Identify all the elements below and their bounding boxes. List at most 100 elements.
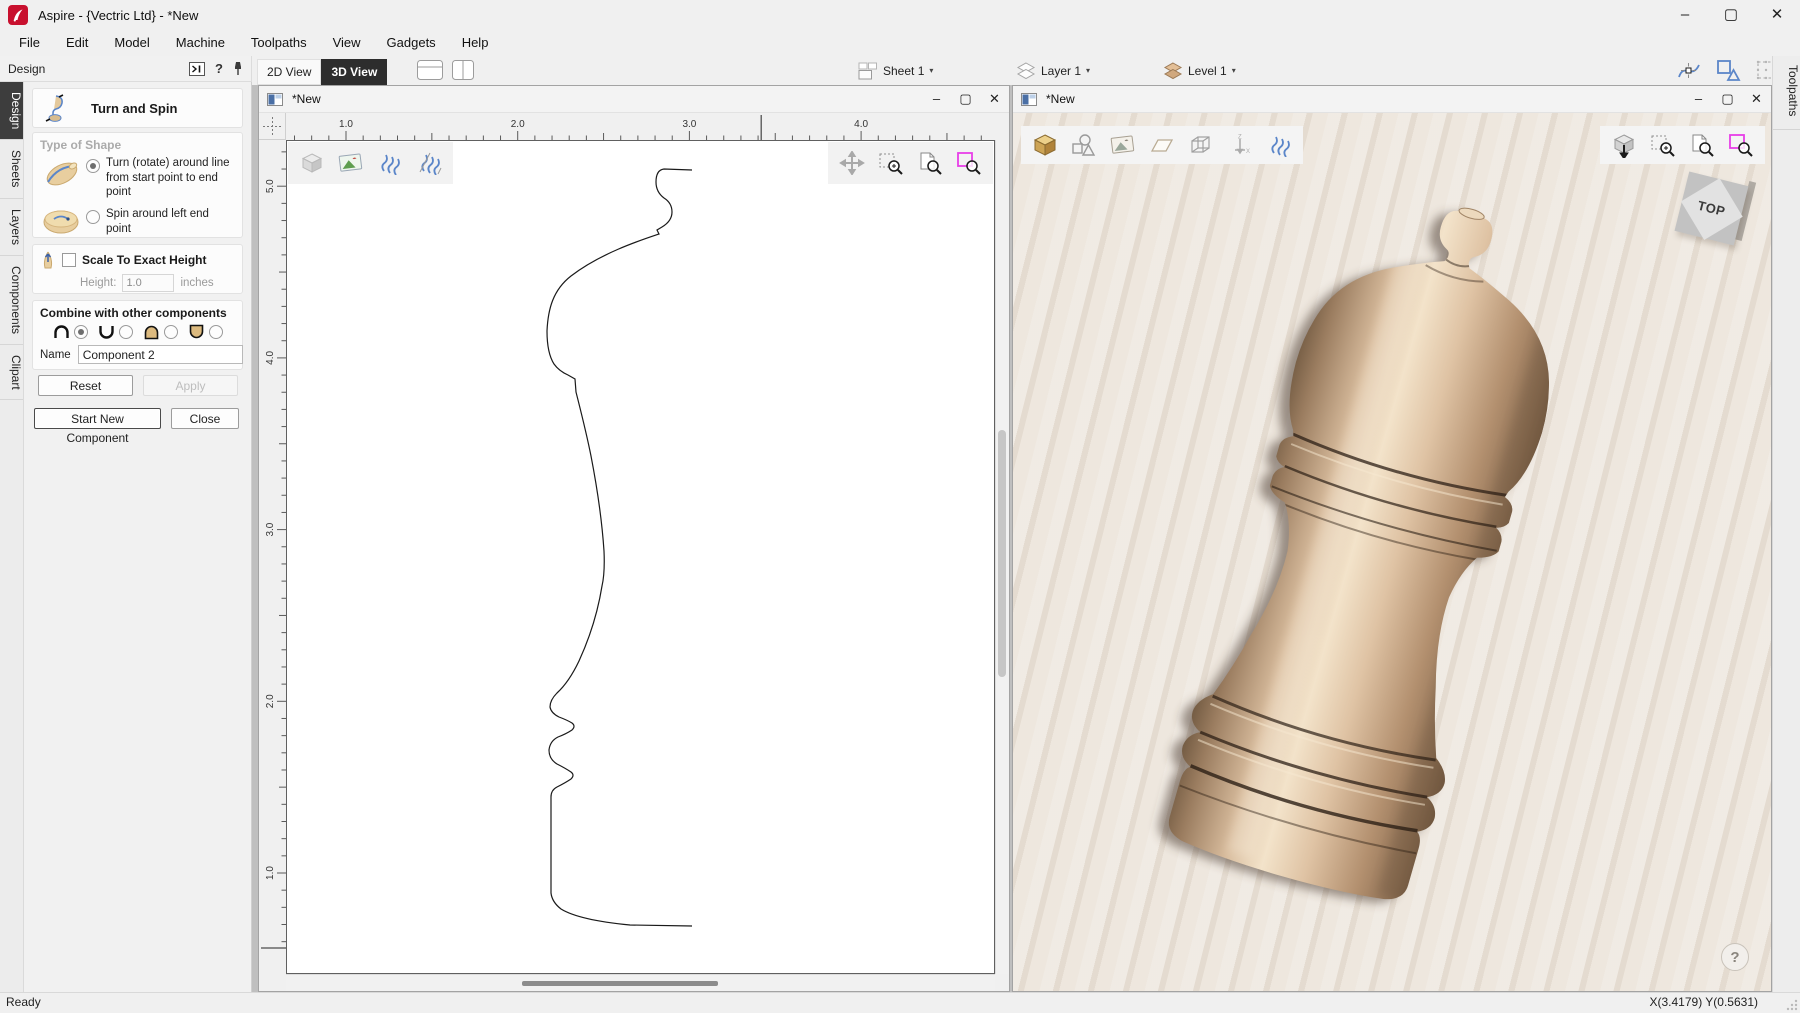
- menu-item-toolpaths[interactable]: Toolpaths: [238, 30, 320, 56]
- view-2d-window: *New – ▢ ✕ 1.02.03.04.0 1.02.03.04.05.0: [258, 85, 1010, 992]
- start-new-component-button[interactable]: Start New Component: [34, 408, 161, 429]
- combine-merge-low-radio[interactable]: [209, 325, 223, 339]
- view-2d-title: *New: [292, 92, 321, 106]
- reset-button[interactable]: Reset: [38, 375, 133, 396]
- spin-radio[interactable]: [86, 210, 100, 224]
- bitmap-image-icon[interactable]: [338, 152, 364, 175]
- vector-shapes-icon[interactable]: [1071, 133, 1097, 157]
- axes-orientation-icon[interactable]: ZX: [1227, 133, 1253, 157]
- add-arch-icon: [52, 324, 71, 340]
- document-window-icon: [267, 93, 283, 106]
- spin-option-label: Spin around left end point: [106, 207, 235, 236]
- wireframe-cube-icon[interactable]: [1188, 133, 1214, 157]
- view-3d-maximize-button[interactable]: ▢: [1713, 86, 1742, 112]
- isometric-view-icon[interactable]: [1611, 133, 1637, 158]
- menu-item-file[interactable]: File: [6, 30, 53, 56]
- zoom-selection-icon[interactable]: [878, 151, 904, 176]
- help-icon[interactable]: ?: [215, 61, 223, 76]
- view-2d-minimize-button[interactable]: –: [922, 86, 951, 112]
- sidebar-tab-sheets[interactable]: Sheets: [0, 140, 23, 198]
- combine-mode-subtract[interactable]: [97, 324, 133, 340]
- apply-button[interactable]: Apply: [143, 375, 238, 396]
- view-3d-window: *New – ▢ ✕: [1012, 85, 1772, 992]
- horizontal-scrollbar[interactable]: [286, 974, 995, 991]
- tab-3d-view[interactable]: 3D View: [321, 59, 387, 85]
- sidebar-tab-clipart[interactable]: Clipart: [0, 345, 23, 401]
- pan-icon[interactable]: [839, 151, 865, 175]
- view-3d-titlebar[interactable]: *New – ▢ ✕: [1013, 86, 1771, 113]
- type-of-shape-heading: Type of Shape: [40, 138, 235, 152]
- shape-option-spin[interactable]: Spin around left end point: [40, 207, 235, 237]
- menu-item-view[interactable]: View: [320, 30, 374, 56]
- view-2d-titlebar[interactable]: *New – ▢ ✕: [259, 86, 1009, 113]
- height-input[interactable]: [122, 274, 174, 292]
- menu-item-edit[interactable]: Edit: [53, 30, 101, 56]
- combine-mode-add[interactable]: [52, 324, 88, 340]
- split-view-layout-icon[interactable]: [452, 60, 474, 80]
- drape-waves-icon[interactable]: [416, 151, 442, 175]
- sidebar-tab-layers[interactable]: Layers: [0, 199, 23, 256]
- toggle-3d-cube-icon[interactable]: [299, 151, 325, 175]
- vertical-scrollbar-thumb[interactable]: [998, 430, 1006, 677]
- view-3d-minimize-button[interactable]: –: [1684, 86, 1713, 112]
- pepper-mill-model: [1145, 171, 1607, 921]
- level-selector[interactable]: Level 1 ▾: [1163, 56, 1236, 85]
- resize-grip-icon[interactable]: [1786, 999, 1798, 1011]
- menu-item-help[interactable]: Help: [449, 30, 502, 56]
- view-orientation-cube[interactable]: TOP: [1676, 171, 1752, 251]
- scale-height-icon: [40, 250, 56, 270]
- blue-waves-icon[interactable]: [1266, 133, 1292, 157]
- help-button[interactable]: ?: [1721, 943, 1749, 971]
- single-view-layout-icon[interactable]: [417, 60, 443, 80]
- material-plane-icon[interactable]: [1149, 134, 1175, 156]
- toolpaths-tab[interactable]: Toolpaths: [1773, 56, 1800, 130]
- window-title: Aspire - {Vectric Ltd} - *New: [38, 8, 198, 23]
- sheet-selector[interactable]: Sheet 1 ▾: [858, 56, 933, 85]
- zoom-drawing-icon[interactable]: [917, 151, 943, 176]
- combine-mode-merge-high[interactable]: [142, 324, 178, 340]
- vertical-scrollbar[interactable]: [995, 140, 1009, 974]
- menu-item-machine[interactable]: Machine: [163, 30, 238, 56]
- view-2d-close-button[interactable]: ✕: [980, 86, 1009, 112]
- turn-option-label: Turn (rotate) around line from start poi…: [106, 156, 235, 200]
- view-2d-maximize-button[interactable]: ▢: [951, 86, 980, 112]
- menu-item-gadgets[interactable]: Gadgets: [374, 30, 449, 56]
- zoom-drawing-icon[interactable]: [1689, 133, 1715, 158]
- close-button[interactable]: ✕: [1754, 0, 1800, 30]
- maximize-button[interactable]: ▢: [1708, 0, 1754, 30]
- scale-checkbox[interactable]: [62, 253, 76, 267]
- component-name-input[interactable]: [78, 345, 243, 364]
- svg-text:1.0: 1.0: [265, 866, 276, 880]
- combine-add-radio[interactable]: [74, 325, 88, 339]
- minimize-button[interactable]: –: [1662, 0, 1708, 30]
- svg-text:5.0: 5.0: [265, 179, 276, 193]
- bitmap-image-icon[interactable]: [1110, 134, 1136, 157]
- right-dock-strip: Toolpaths: [1772, 56, 1800, 992]
- two-rail-sweep-icon[interactable]: [377, 151, 403, 175]
- horizontal-scrollbar-thumb[interactable]: [522, 981, 718, 986]
- tab-2d-view[interactable]: 2D View: [257, 59, 321, 85]
- menu-item-model[interactable]: Model: [101, 30, 162, 56]
- sidebar-tab-design[interactable]: Design: [0, 82, 23, 140]
- combine-mode-merge-low[interactable]: [187, 324, 223, 340]
- zoom-box-icon[interactable]: [956, 151, 982, 176]
- pin-icon[interactable]: [233, 61, 243, 76]
- turn-radio[interactable]: [86, 159, 100, 173]
- view-3d-close-button[interactable]: ✕: [1742, 86, 1771, 112]
- zoom-selection-icon[interactable]: [1650, 133, 1676, 158]
- zoom-box-icon[interactable]: [1728, 133, 1754, 158]
- combine-subtract-radio[interactable]: [119, 325, 133, 339]
- combine-merge-high-radio[interactable]: [164, 325, 178, 339]
- snap-to-geometry-icon[interactable]: [1715, 58, 1741, 83]
- drawing-canvas-2d[interactable]: [286, 140, 995, 974]
- shape-option-turn[interactable]: Turn (rotate) around line from start poi…: [40, 156, 235, 200]
- panel-collapse-icon[interactable]: [189, 62, 205, 76]
- snap-to-node-icon[interactable]: [1676, 58, 1702, 83]
- layer-selector[interactable]: Layer 1 ▾: [1016, 56, 1090, 85]
- close-panel-button[interactable]: Close: [171, 408, 239, 429]
- render-canvas-3d[interactable]: ZX: [1013, 113, 1771, 991]
- level-dropdown-caret-icon: ▾: [1232, 66, 1236, 75]
- sidebar-tab-components[interactable]: Components: [0, 256, 23, 345]
- shaded-material-cube-icon[interactable]: [1032, 133, 1058, 157]
- profile-curve: [547, 169, 692, 926]
